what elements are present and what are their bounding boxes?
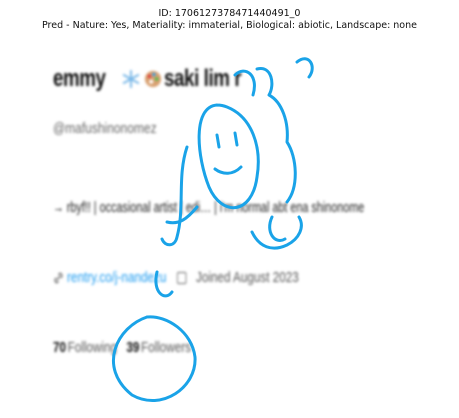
scribble-circle-bottom [112,315,197,402]
scribble-eye-right [233,131,239,147]
scribble-mouth [213,165,243,175]
caption-prediction: Pred - Nature: Yes, Materiality: immater… [42,20,417,31]
scribble-eye-left [215,133,221,149]
profile-screenshot: emmy saki lim r @mafushinonomez → rbyf!!… [47,47,407,407]
scribble-ear [233,69,256,97]
caption-id: ID: 1706127378471440491_0 [158,8,301,19]
scribble-face [197,103,260,210]
scribble-squiggle-top [295,57,314,79]
scribble-swirl [268,215,287,242]
scribble-stroke-mid [154,270,174,298]
caption-header: ID: 1706127378471440491_0 Pred - Nature:… [0,8,459,32]
scribble-hook [160,145,189,247]
scribble-squiggle-right [255,67,297,204]
scribble-squiggle-bottom [250,215,303,250]
scribble-overlay [112,57,314,402]
